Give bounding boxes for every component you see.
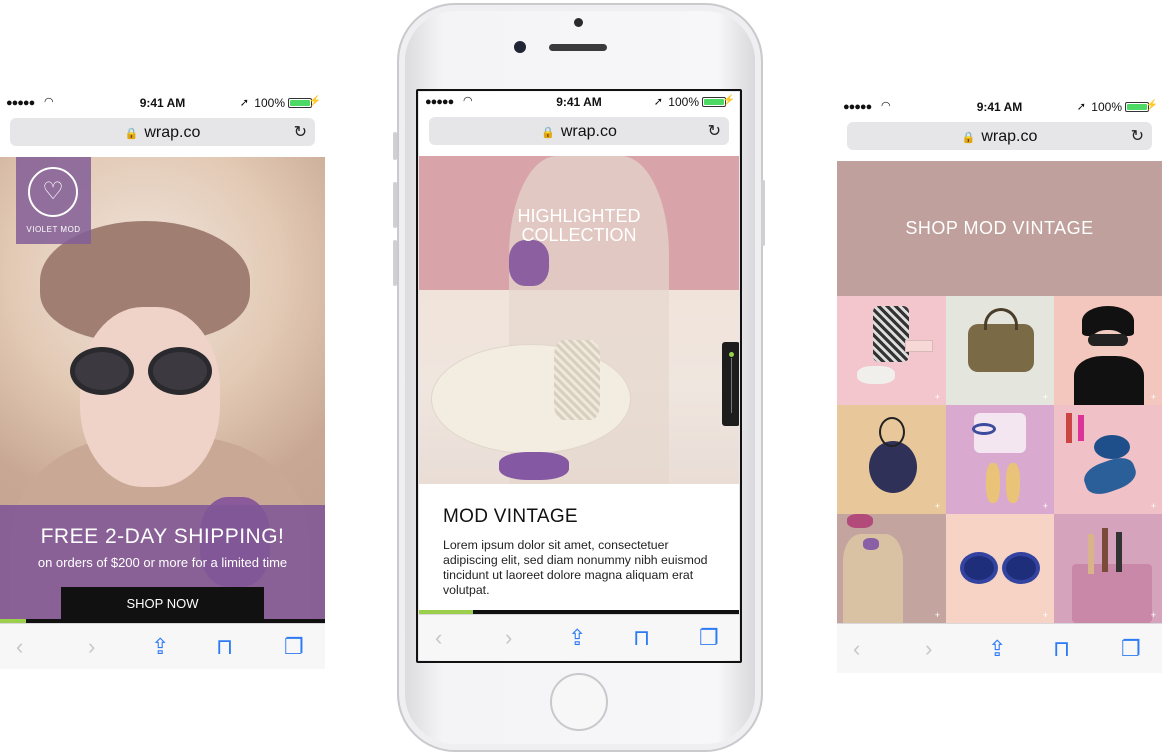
- back-chevron-icon[interactable]: ‹: [16, 634, 23, 660]
- add-icon[interactable]: +: [1043, 392, 1048, 402]
- brand-logo[interactable]: ♡ VIOLET MOD: [16, 157, 91, 244]
- heart-logo-icon: ♡: [28, 167, 78, 217]
- browser-toolbar: ‹ › ⇪ ⊓ ❐: [0, 623, 325, 669]
- home-button[interactable]: [550, 673, 608, 731]
- address-bar[interactable]: 🔒 wrap.co ↻: [10, 118, 315, 146]
- shop-banner-title: SHOP MOD VINTAGE: [905, 218, 1094, 238]
- forward-chevron-icon[interactable]: ›: [925, 636, 932, 662]
- product-tile[interactable]: +: [837, 405, 946, 514]
- add-icon[interactable]: +: [935, 610, 940, 620]
- location-arrow-icon: ➚: [1076, 101, 1086, 113]
- shop-now-button[interactable]: SHOP NOW: [61, 587, 264, 620]
- add-icon[interactable]: +: [935, 392, 940, 402]
- add-icon[interactable]: +: [1151, 392, 1156, 402]
- product-tile[interactable]: +: [1054, 296, 1162, 405]
- front-camera: [514, 41, 526, 53]
- reload-icon[interactable]: ↻: [294, 122, 307, 142]
- volume-down-button: [393, 240, 397, 286]
- left-phone-screen: ●●●●● ◠ 9:41 AM ➚ 100% ⚡ 🔒 wrap.co ↻ ♡ VI…: [0, 93, 325, 669]
- product-tile[interactable]: +: [1054, 405, 1162, 514]
- product-tile[interactable]: +: [946, 405, 1054, 514]
- share-icon[interactable]: ⇪: [988, 636, 1006, 662]
- status-bar: ●●●●● ◠ 9:41 AM ➚ 100% ⚡: [0, 93, 325, 113]
- product-tile[interactable]: +: [1054, 514, 1162, 623]
- url-text: wrap.co: [981, 128, 1038, 145]
- logo-text: VIOLET MOD: [26, 225, 81, 234]
- right-phone-screen: ●●●●● ◠ 9:41 AM ➚ 100% ⚡ 🔒 wrap.co ↻ SHOP…: [837, 97, 1162, 673]
- tabs-icon[interactable]: ❐: [284, 634, 304, 660]
- book-icon[interactable]: ⊓: [216, 634, 233, 660]
- power-button: [761, 180, 765, 246]
- bolt-icon: ⚡: [1145, 100, 1158, 111]
- status-bar: ●●●●● ◠ 9:41 AM ➚ 100% ⚡: [837, 97, 1162, 117]
- proximity-sensor: [574, 18, 583, 27]
- forward-chevron-icon[interactable]: ›: [88, 634, 95, 660]
- add-icon[interactable]: +: [1043, 610, 1048, 620]
- screen-border: [416, 89, 742, 663]
- book-icon[interactable]: ⊓: [1053, 636, 1070, 662]
- mute-switch: [393, 132, 397, 160]
- back-chevron-icon[interactable]: ‹: [853, 636, 860, 662]
- product-tile[interactable]: +: [837, 296, 946, 405]
- browser-toolbar: ‹ › ⇪ ⊓ ❐: [837, 623, 1162, 673]
- add-icon[interactable]: +: [1043, 501, 1048, 511]
- product-tile[interactable]: +: [837, 514, 946, 623]
- reload-icon[interactable]: ↻: [1131, 126, 1144, 146]
- earpiece-speaker: [549, 44, 607, 51]
- add-icon[interactable]: +: [1151, 501, 1156, 511]
- product-tile[interactable]: +: [946, 514, 1054, 623]
- add-icon[interactable]: +: [1151, 610, 1156, 620]
- lock-icon: 🔒: [124, 128, 139, 140]
- product-tile[interactable]: +: [946, 296, 1054, 405]
- share-icon[interactable]: ⇪: [151, 634, 169, 660]
- bolt-icon: ⚡: [308, 96, 321, 107]
- promo-subtitle: on orders of $200 or more for a limited …: [37, 555, 288, 570]
- tabs-icon[interactable]: ❐: [1121, 636, 1141, 662]
- product-grid: + + + + + + + + +: [837, 296, 1162, 623]
- battery-percent: 100%: [1091, 100, 1122, 114]
- volume-up-button: [393, 182, 397, 228]
- location-arrow-icon: ➚: [239, 97, 249, 109]
- url-text: wrap.co: [144, 124, 201, 141]
- promo-title: FREE 2-DAY SHIPPING!: [40, 525, 285, 548]
- shop-banner[interactable]: SHOP MOD VINTAGE: [837, 161, 1162, 296]
- address-bar[interactable]: 🔒 wrap.co ↻: [847, 122, 1152, 150]
- battery-percent: 100%: [254, 96, 285, 110]
- add-icon[interactable]: +: [935, 501, 940, 511]
- lock-icon: 🔒: [961, 132, 976, 144]
